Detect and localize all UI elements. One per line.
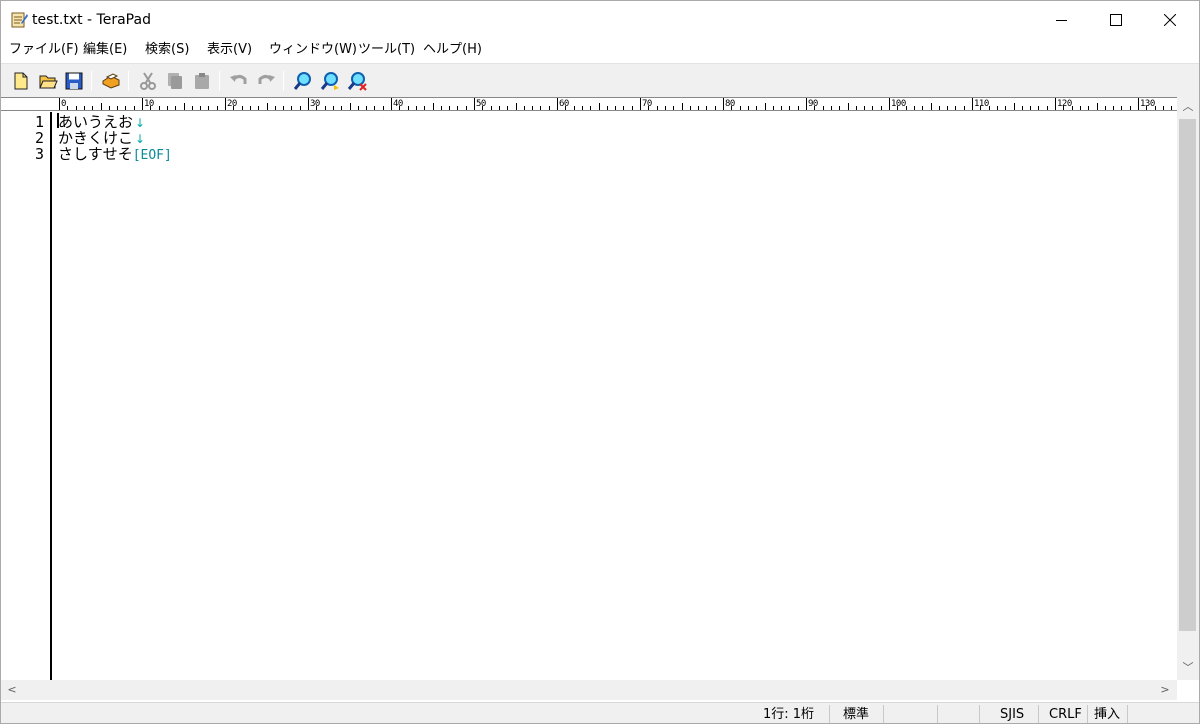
toolbar (1, 63, 1199, 97)
cut-button[interactable] (136, 69, 160, 93)
ruler-ticks (59, 98, 1172, 110)
minimize-icon (1056, 20, 1067, 21)
replace-button[interactable] (345, 69, 369, 93)
close-button[interactable] (1143, 1, 1197, 39)
insert-mode-indicator[interactable]: 挿入 (1094, 706, 1120, 723)
newline-mark: ↓ (135, 116, 146, 130)
redo-icon (258, 75, 275, 84)
save-icon (65, 72, 83, 90)
ruler-label: 10 (144, 99, 154, 109)
maximize-icon (1110, 14, 1122, 26)
ruler-label: 30 (310, 99, 320, 109)
save-button[interactable] (62, 69, 86, 93)
vertical-scroll-thumb[interactable] (1179, 119, 1196, 631)
encoding-indicator[interactable]: SJIS (1000, 706, 1024, 723)
line-number: 1 (34, 113, 44, 131)
scroll-down-arrow-icon[interactable]: ﹀ (1182, 662, 1194, 674)
print-button[interactable] (99, 69, 123, 93)
ruler-label: 130 (1140, 99, 1155, 109)
undo-button[interactable] (227, 69, 251, 93)
ruler-label: 80 (725, 99, 735, 109)
undo-icon (230, 75, 247, 84)
copy-icon (168, 73, 182, 89)
ruler-label: 90 (808, 99, 818, 109)
line-number: 2 (34, 129, 44, 147)
menu-edit[interactable]: 編集(E) (81, 40, 129, 60)
ruler-label: 20 (227, 99, 237, 109)
ruler-label: 50 (476, 99, 486, 109)
terapad-app-icon (11, 12, 28, 28)
paste-button[interactable] (190, 69, 214, 93)
menu-search[interactable]: 検索(S) (143, 40, 191, 60)
close-icon (1164, 14, 1176, 26)
menu-bar: ファイル(F) 編集(E) 検索(S) 表示(V) ウィンドウ(W) ツール(T… (1, 39, 1199, 61)
menu-help[interactable]: ヘルプ(H) (421, 40, 484, 60)
replace-icon (347, 72, 367, 91)
horizontal-scrollbar[interactable]: < > (1, 680, 1177, 700)
text-line[interactable]: さしすせそ[EOF] (58, 145, 172, 163)
redo-button[interactable] (254, 69, 278, 93)
column-ruler: 0 10 20 30 40 50 60 70 80 90 100 110 120 130 (1, 97, 1177, 111)
menu-window[interactable]: ウィンドウ(W) (267, 40, 359, 60)
cursor-position: 1行: 1桁 (763, 707, 815, 722)
title-bar[interactable]: test.txt - TeraPad (1, 1, 1199, 39)
menu-file[interactable]: ファイル(F) (7, 40, 81, 60)
line-number: 3 (34, 145, 44, 163)
text-line[interactable]: あいうえお ↓ (58, 114, 145, 130)
new-file-button[interactable] (9, 69, 33, 93)
find-next-icon (320, 72, 339, 90)
status-bar: 1行: 1桁 標準 SJIS CRLF 挿入 (1, 702, 1199, 723)
line-number-gutter: 1 2 3 (1, 112, 52, 680)
ruler-label: 110 (974, 99, 989, 109)
ruler-label: 40 (393, 99, 403, 109)
maximize-button[interactable] (1089, 1, 1143, 39)
scroll-right-arrow-icon[interactable]: > (1159, 684, 1171, 696)
new-file-icon (14, 72, 28, 90)
text-line[interactable]: かきくけこ ↓ (58, 130, 145, 146)
line-ending-indicator[interactable]: CRLF (1049, 706, 1082, 723)
scroll-left-arrow-icon[interactable]: < (6, 684, 18, 696)
eof-marker: [EOF] (132, 148, 172, 163)
vertical-scrollbar[interactable]: ︿ ﹀ (1177, 97, 1199, 680)
open-folder-icon (39, 75, 58, 89)
newline-mark: ↓ (135, 132, 146, 146)
find-next-button[interactable] (318, 69, 342, 93)
menu-view[interactable]: 表示(V) (205, 40, 254, 60)
copy-button[interactable] (163, 69, 187, 93)
minimize-button[interactable] (1035, 1, 1089, 39)
edit-mode: 標準 (843, 707, 870, 722)
ruler-label: 100 (891, 99, 906, 109)
scroll-up-arrow-icon[interactable]: ︿ (1182, 101, 1194, 113)
print-icon (102, 73, 120, 89)
terapad-window: test.txt - TeraPad ファイル(F) 編集(E) 検索(S) 表… (0, 0, 1200, 724)
find-icon (293, 72, 311, 90)
menu-tools[interactable]: ツール(T) (356, 40, 417, 60)
line-text: さしすせそ (58, 145, 133, 163)
window-title: test.txt - TeraPad (32, 12, 151, 28)
ruler-label: 120 (1057, 99, 1072, 109)
text-editor-area[interactable]: あいうえお ↓ かきくけこ ↓ さしすせそ[EOF] (54, 112, 1177, 680)
cut-icon (140, 72, 156, 90)
paste-icon (195, 73, 209, 89)
open-file-button[interactable] (36, 69, 60, 93)
ruler-label: 60 (559, 99, 569, 109)
ruler-label: 0 (61, 99, 66, 109)
find-button[interactable] (291, 69, 315, 93)
ruler-label: 70 (642, 99, 652, 109)
